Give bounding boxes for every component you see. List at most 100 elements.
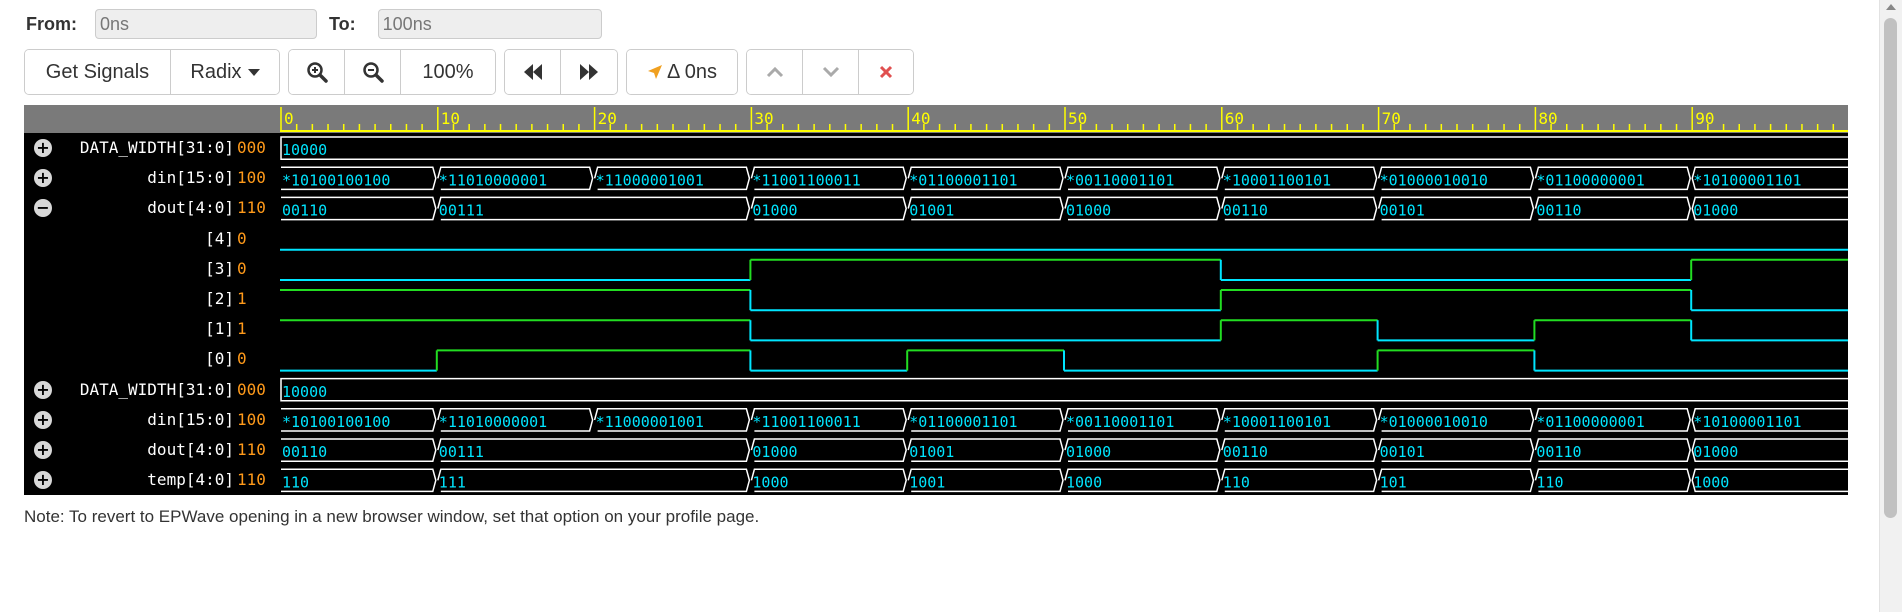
expand-plus-icon[interactable]: + — [34, 169, 52, 188]
signal-row[interactable]: + temp[4:0] 110 — [24, 465, 280, 495]
to-time-input[interactable] — [377, 9, 602, 39]
waveform-canvas[interactable]: 0 10 20 30 40 50 60 70 80 90 10000 *10100100100 *110… — [280, 105, 1848, 495]
bus-value-label: *10100001101 — [1693, 413, 1801, 431]
expand-plus-icon[interactable]: + — [34, 471, 52, 490]
ruler-tick-label: 70 — [1382, 109, 1401, 128]
bus-value-label: *11001100011 — [752, 171, 860, 189]
profile-note: Note: To revert to EPWave opening in a n… — [24, 507, 760, 526]
zoom-out-icon — [362, 62, 384, 83]
waveform-panel: + DATA_WIDTH[31:0] 000 + din[15:0] 100− dout[4… — [24, 105, 1848, 495]
bus-value-label: *00110001101 — [1066, 413, 1174, 431]
get-signals-button[interactable]: Get Signals — [25, 50, 171, 94]
bus-value-label: 00110 — [282, 443, 327, 461]
zoom-level-label: 100% — [422, 60, 474, 83]
signal-row[interactable]: + din[15:0] 100 — [24, 405, 280, 435]
edge-nav-group — [504, 49, 618, 95]
bus-value-label: 00110 — [1536, 443, 1581, 461]
signal-row[interactable]: [4] 0 — [24, 224, 280, 254]
scroll-up-arrow-icon[interactable] — [1886, 4, 1896, 10]
signal-name: [2] — [205, 289, 234, 308]
signal-row[interactable]: [1] 1 — [24, 314, 280, 344]
signal-cursor-value: 100 — [237, 409, 266, 429]
signal-row[interactable]: [0] 0 — [24, 344, 280, 374]
signal-name: DATA_WIDTH[31:0] — [79, 379, 234, 399]
prev-edge-button[interactable] — [505, 50, 561, 94]
ruler-tick-label: 50 — [1068, 109, 1087, 128]
signal-row[interactable]: + din[15:0] 100 — [24, 163, 280, 193]
signal-name: [1] — [205, 319, 234, 339]
signal-cursor-value: 0 — [237, 228, 247, 248]
zoom-group: 100% — [288, 49, 496, 95]
signal-cursor-value: 0 — [237, 349, 247, 369]
bus-value-label: 110 — [1536, 473, 1563, 491]
signal-row[interactable]: + DATA_WIDTH[31:0] 000 — [24, 133, 280, 163]
bus-value-label: 01000 — [1693, 443, 1738, 461]
bus-value-label: *10001100101 — [1223, 413, 1331, 431]
bus-value-label: 110 — [282, 473, 309, 491]
zoom-in-button[interactable] — [289, 50, 345, 94]
bus-value-label: 00110 — [1223, 443, 1268, 461]
expand-plus-icon[interactable]: + — [34, 410, 52, 429]
bus-value-label: 10000 — [282, 383, 327, 401]
fast-forward-icon — [580, 64, 598, 80]
bus-value-label: *01000010010 — [1380, 171, 1488, 189]
bus-value-label: 01001 — [909, 443, 954, 461]
bus-value-label: 110 — [1223, 473, 1250, 491]
ruler-tick-label: 60 — [1225, 109, 1244, 128]
next-edge-button[interactable] — [561, 50, 617, 94]
bus-value-label: *01100000001 — [1536, 171, 1644, 189]
bus-value-label: 111 — [439, 473, 466, 491]
cursor-delta-label: Δ 0ns — [666, 60, 718, 83]
signal-row[interactable]: [2] 1 — [24, 284, 280, 314]
expand-plus-icon[interactable]: + — [34, 441, 52, 459]
from-time-input[interactable] — [95, 9, 317, 39]
move-signal-up-button[interactable] — [747, 50, 803, 94]
ruler-tick-label: 30 — [754, 109, 773, 128]
bus-value-label: 1000 — [752, 473, 788, 491]
bus-value-label: *01100001101 — [909, 171, 1017, 189]
signal-row[interactable]: [3] 0 — [24, 254, 280, 284]
signal-cursor-value: 110 — [237, 198, 266, 218]
bus-segment — [437, 438, 751, 462]
radix-label: Radix — [190, 60, 242, 83]
bus-segment — [280, 136, 1848, 160]
signal-name: dout[4:0] — [147, 198, 234, 218]
bus-value-label: *10100100100 — [282, 413, 390, 431]
bus-value-label: 1000 — [1693, 473, 1729, 491]
ruler-tick-label: 10 — [441, 109, 460, 128]
ruler-tick-label: 90 — [1695, 109, 1714, 128]
signal-name: [0] — [205, 349, 234, 369]
signal-cursor-value: 100 — [237, 168, 266, 188]
radix-dropdown-button[interactable]: Radix — [171, 50, 279, 94]
bus-value-label: *11010000001 — [439, 171, 547, 189]
cursor-delta-button[interactable]: Δ 0ns — [627, 50, 737, 94]
collapse-minus-icon[interactable]: − — [34, 199, 52, 218]
bus-value-label: *10100100100 — [282, 171, 390, 189]
bus-value-label: 00110 — [282, 202, 327, 220]
vertical-scrollbar[interactable] — [1879, 0, 1902, 612]
bus-value-label: *00110001101 — [1066, 171, 1174, 189]
signal-row[interactable]: − dout[4:0] 110 — [24, 193, 280, 223]
signal-cursor-value: 110 — [237, 470, 266, 490]
signal-row[interactable]: + dout[4:0] 110 — [24, 435, 280, 465]
expand-plus-icon[interactable]: + — [34, 139, 52, 157]
signal-name: DATA_WIDTH[31:0] — [79, 138, 234, 157]
signal-row[interactable]: + DATA_WIDTH[31:0] 000 — [24, 375, 280, 405]
expand-plus-icon[interactable]: + — [34, 380, 52, 399]
bus-value-label: *10001100101 — [1223, 171, 1331, 189]
bus-value-label: *11001100011 — [752, 413, 860, 431]
cursor-delta-group: Δ 0ns — [626, 49, 738, 95]
scrollbar-thumb[interactable] — [1884, 18, 1897, 518]
zoom-out-button[interactable] — [345, 50, 401, 94]
ruler-tick-label: 80 — [1538, 109, 1557, 128]
zoom-level-button[interactable]: 100% — [401, 50, 495, 94]
bus-value-label: *01000010010 — [1380, 413, 1488, 431]
get-signals-label: Get Signals — [45, 60, 150, 83]
move-signal-down-button[interactable] — [803, 50, 859, 94]
bus-value-label: *10100001101 — [1693, 171, 1801, 189]
remove-signal-button[interactable] — [859, 50, 913, 94]
bus-segment — [437, 196, 751, 221]
bus-value-label: 01000 — [1066, 202, 1111, 220]
signal-order-group — [746, 49, 914, 95]
bus-value-label: 00110 — [1223, 202, 1268, 220]
